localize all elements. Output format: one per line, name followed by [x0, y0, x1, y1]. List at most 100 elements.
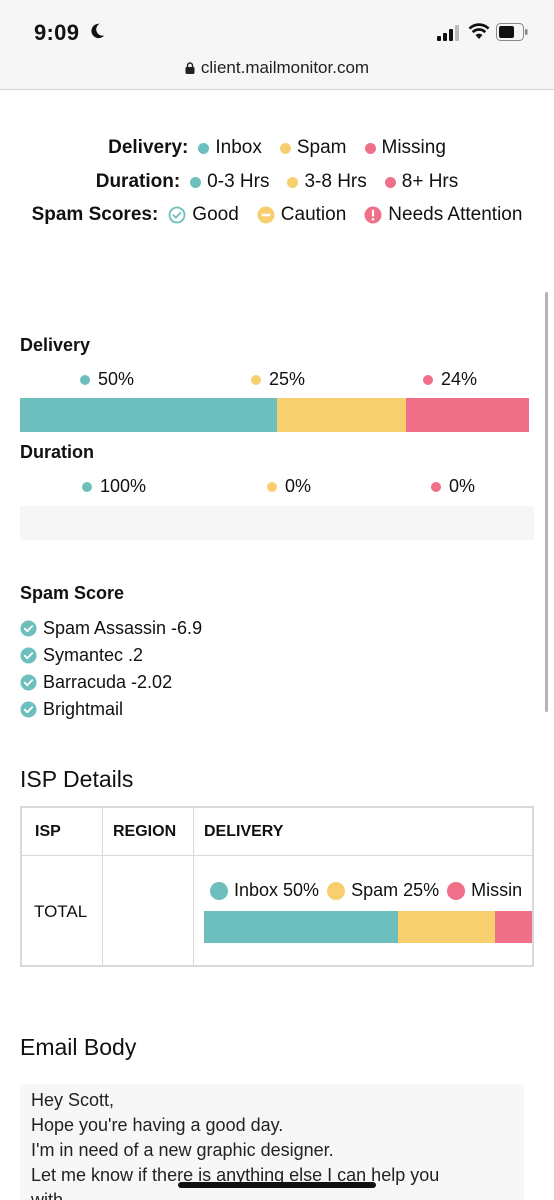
isp-delivery-legend: Inbox 50% Spam 25% Missin	[210, 880, 530, 901]
teal-dot	[82, 481, 92, 492]
spam-scores-legend: Spam Scores: Good Caution Needs Attentio…	[0, 204, 554, 226]
duration-3-8-value: 0%	[285, 476, 312, 496]
legend-3-8-hrs: 3-8 Hrs	[287, 171, 367, 193]
check-circle-icon	[20, 701, 37, 718]
isp-bar-segment	[397, 911, 495, 943]
spam-score-label: Barracuda -2.02	[43, 672, 173, 692]
duration-legend-label: Duration:	[95, 171, 181, 192]
duration-legend: Duration: 0-3 Hrs 3-8 Hrs 8+ Hrs	[0, 171, 554, 193]
legend-needs-attention-label: Needs Attention	[388, 204, 523, 225]
header-delivery[interactable]: DELIVERY	[204, 823, 283, 841]
column-divider	[193, 808, 194, 965]
email-line: Hope you're having a good day.	[31, 1115, 284, 1135]
delivery-spam-pct: 25%	[251, 369, 305, 390]
status-time: 9:09	[34, 20, 80, 45]
isp-delivery-bar	[204, 911, 532, 943]
spam-dot	[327, 881, 346, 900]
isp-legend-spam: Spam 25%	[327, 880, 439, 901]
legend-8plus-hrs: 8+ Hrs	[384, 171, 458, 193]
minus-circle-icon	[257, 206, 275, 224]
delivery-inbox-pct: 50%	[80, 369, 134, 390]
delivery-missing-value: 24%	[441, 369, 478, 389]
delivery-legend: Delivery: Inbox Spam Missing	[0, 137, 554, 159]
check-circle-icon	[20, 620, 37, 637]
legend-needs-attention: Needs Attention	[364, 204, 522, 226]
url-bar[interactable]: client.mailmonitor.com	[0, 58, 554, 78]
delivery-bar-segment	[20, 398, 278, 432]
home-indicator[interactable]	[178, 1182, 376, 1188]
url-text: client.mailmonitor.com	[200, 58, 370, 77]
battery-icon	[496, 23, 528, 41]
delivery-bar-segment	[405, 398, 529, 432]
legend-inbox: Inbox	[198, 137, 262, 159]
duration-8plus-pct: 0%	[431, 476, 475, 497]
legend-0-3-hrs: 0-3 Hrs	[190, 171, 269, 193]
check-circle-icon	[20, 647, 37, 664]
isp-details-title: ISP Details	[20, 766, 134, 792]
delivery-bar-segment	[277, 398, 406, 432]
delivery-missing-pct: 24%	[423, 369, 477, 390]
yellow-dot	[267, 481, 277, 492]
email-line: Hey Scott,	[31, 1090, 115, 1110]
duration-percent-row: 100% 0% 0%	[20, 476, 534, 498]
legend-missing: Missing	[364, 137, 446, 159]
delivery-title: Delivery	[20, 335, 91, 355]
spam-score-label: Brightmail	[43, 699, 124, 719]
email-body-title: Email Body	[20, 1034, 137, 1060]
lock-icon	[185, 62, 195, 74]
inbox-dot	[80, 374, 90, 385]
legend-caution: Caution	[257, 204, 346, 226]
header-region[interactable]: REGION	[113, 823, 176, 841]
check-circle-icon	[20, 674, 37, 691]
delivery-spam-value: 25%	[269, 369, 306, 389]
isp-bar-segment	[204, 911, 398, 943]
spam-dot	[279, 142, 291, 154]
spam-scores-legend-label: Spam Scores:	[31, 204, 159, 225]
missing-dot	[447, 881, 466, 900]
spam-score-list: Spam Assassin -6.9 Symantec .2 Barracuda -…	[20, 615, 202, 723]
isp-legend-inbox: Inbox 50%	[210, 880, 319, 901]
spam-score-item: Barracuda -2.02	[20, 669, 202, 696]
legend-spam: Spam	[279, 137, 347, 159]
delivery-inbox-value: 50%	[98, 369, 135, 389]
scrollbar[interactable]	[545, 292, 548, 712]
browser-chrome: 9:09 client.mailmonitor.com	[0, 0, 554, 90]
delivery-bar	[20, 398, 529, 432]
legend-inbox-label: Inbox	[215, 137, 262, 158]
spam-score-item: Brightmail	[20, 696, 202, 723]
legend-3-8-label: 3-8 Hrs	[304, 171, 367, 192]
yellow-dot	[287, 176, 299, 188]
duration-0-3-value: 100%	[100, 476, 147, 496]
header-isp[interactable]: ISP	[35, 823, 61, 841]
check-circle-icon	[168, 206, 186, 224]
signal-icon	[437, 25, 459, 41]
isp-table: ISP REGION DELIVERY TOTAL Inbox 50% Spam…	[20, 806, 534, 967]
isp-legend-missing: Missin	[447, 880, 522, 901]
inbox-dot	[210, 881, 228, 900]
legend-missing-label: Missing	[381, 137, 446, 158]
spam-score-title: Spam Score	[20, 583, 125, 603]
pink-dot	[384, 176, 396, 188]
isp-bar-segment	[494, 911, 532, 943]
exclamation-circle-icon	[364, 206, 382, 224]
legend-good: Good	[168, 204, 239, 226]
spam-score-item: Spam Assassin -6.9	[20, 615, 202, 642]
moon-icon	[91, 23, 105, 39]
duration-8plus-value: 0%	[449, 476, 476, 496]
wifi-icon	[468, 23, 490, 39]
missing-dot	[423, 374, 433, 385]
duration-3-8-pct: 0%	[267, 476, 311, 497]
duration-title: Duration	[20, 442, 94, 462]
spam-score-item: Symantec .2	[20, 642, 202, 669]
isp-spam-label: Spam 25%	[351, 880, 440, 900]
pink-dot	[431, 481, 441, 492]
isp-total-cell: TOTAL	[34, 902, 88, 921]
legend-0-3-label: 0-3 Hrs	[207, 171, 270, 192]
delivery-percent-row: 50% 25% 24%	[20, 369, 534, 391]
isp-inbox-label: Inbox 50%	[234, 880, 320, 900]
teal-dot	[190, 176, 202, 188]
inbox-dot	[198, 142, 210, 154]
missing-dot	[364, 142, 376, 154]
column-divider	[102, 808, 103, 965]
email-line: with.	[31, 1190, 69, 1200]
